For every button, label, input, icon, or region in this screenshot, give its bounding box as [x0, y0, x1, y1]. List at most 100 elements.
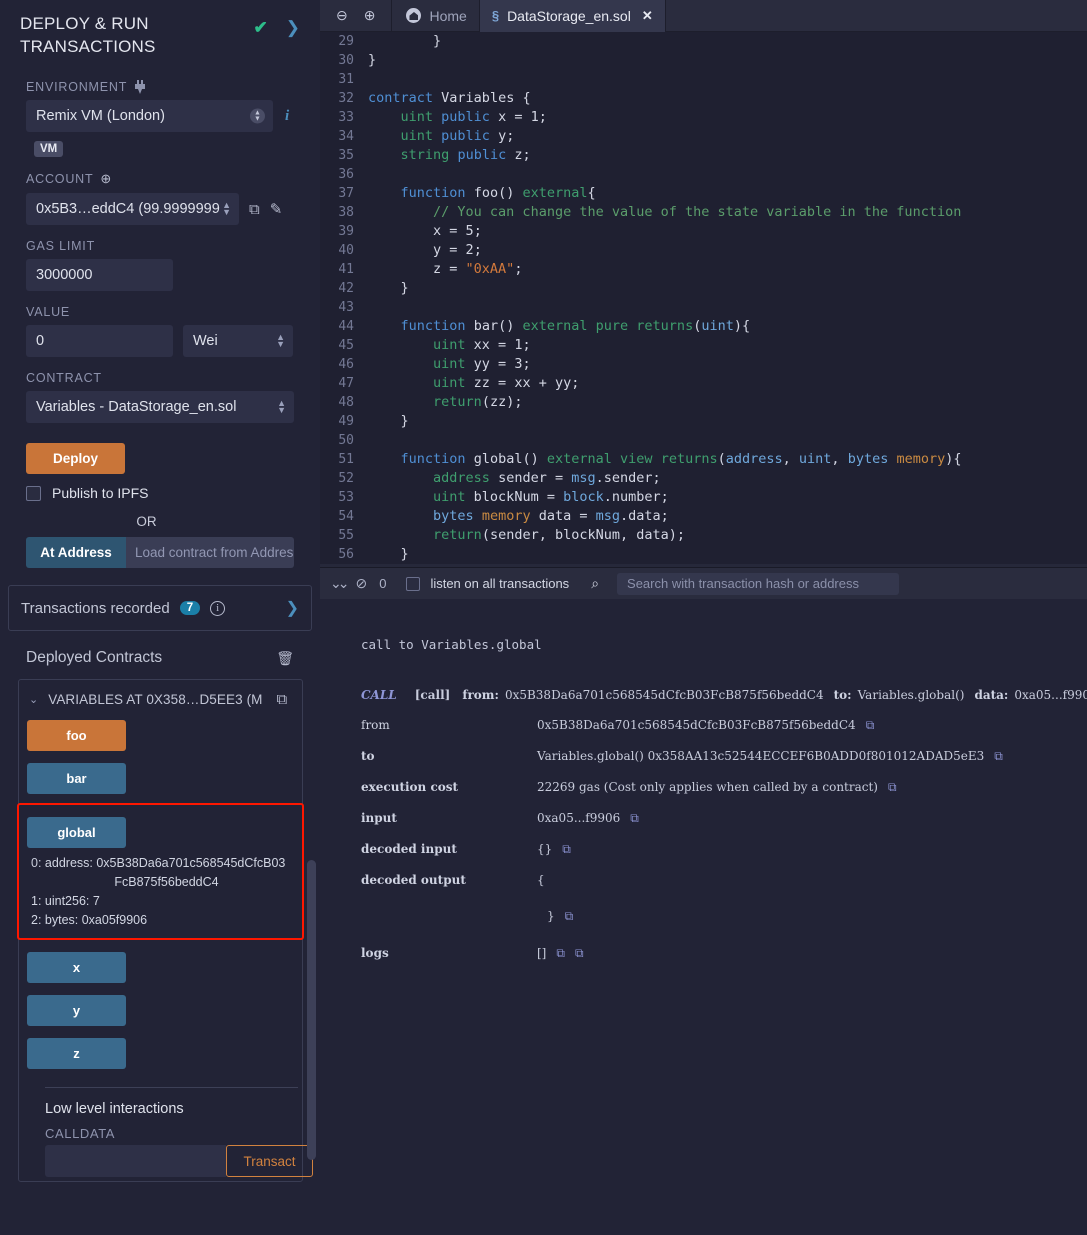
panel-title-icons: ✔ ❯ [254, 18, 301, 38]
publish-ipfs-checkbox[interactable] [26, 486, 41, 501]
code-text: uint zz = xx + yy; [368, 374, 579, 393]
copy-decoded-output-icon[interactable]: ⧉ [565, 909, 574, 924]
code-text: } [368, 412, 409, 431]
search-icon[interactable]: ⌕ [591, 575, 599, 592]
code-line: 39 x = 5; [320, 222, 1087, 241]
chevron-updown-icon[interactable]: ▲▼ [276, 334, 285, 348]
function-button-bar[interactable]: bar [27, 763, 126, 794]
chevron-updown-icon[interactable]: ▲▼ [277, 400, 286, 414]
listen-all-transactions-checkbox[interactable] [406, 577, 420, 591]
code-text: uint public y; [368, 127, 514, 146]
publish-ipfs-row[interactable]: Publish to IPFS [26, 485, 320, 501]
transaction-search-input[interactable]: Search with transaction hash or address [617, 573, 899, 595]
code-line: 56 } [320, 545, 1087, 564]
logs-key: logs [361, 946, 537, 960]
terminal-detail-row: toVariables.global() 0x358AA13c52544ECCE… [361, 749, 1087, 764]
code-text: function foo() external{ [368, 184, 596, 203]
line-number: 41 [320, 260, 368, 279]
logs-value: [] [537, 946, 546, 960]
function-button-x[interactable]: x [27, 952, 126, 983]
code-line: 50 [320, 431, 1087, 450]
tab-home[interactable]: Home [391, 0, 479, 32]
code-line: 46 uint yy = 3; [320, 355, 1087, 374]
zoom-in-icon[interactable]: ⊕ [364, 7, 376, 24]
deployed-contract-card: ⌄ VARIABLES AT 0X358…D5EE3 (M ⧉ ✕ foo ba… [18, 679, 303, 1182]
close-tab-icon[interactable]: ✕ [642, 8, 653, 24]
sidebar-scrollbar[interactable] [307, 860, 316, 1160]
transact-button[interactable]: Transact [226, 1145, 313, 1177]
detail-value-text: {} [537, 842, 552, 856]
contract-select[interactable]: Variables - DataStorage_en.sol ▲▼ [26, 391, 294, 423]
function-button-z[interactable]: z [27, 1038, 126, 1069]
detail-key: to [361, 749, 537, 763]
copy-logs-icon[interactable]: ⧉ [556, 946, 565, 961]
return-value-2: 2: bytes: 0xa05f9906 [31, 911, 292, 930]
detail-value-text: 0x5B38Da6a701c568545dCfcB03FcB875f56bedd… [537, 718, 856, 732]
line-number: 40 [320, 241, 368, 260]
line-number: 55 [320, 526, 368, 545]
info-icon[interactable]: i [210, 601, 225, 616]
copy-icon[interactable]: ⧉ [866, 718, 875, 733]
add-account-icon[interactable]: ⊕ [100, 171, 112, 187]
chevron-updown-icon[interactable]: ▲▼ [222, 202, 231, 216]
tab-datastorage-sol[interactable]: § DataStorage_en.sol ✕ [480, 0, 666, 32]
code-text: } [368, 51, 376, 70]
line-number: 43 [320, 298, 368, 317]
transactions-recorded-label: Transactions recorded [21, 600, 170, 617]
at-address-input[interactable]: Load contract from Addres [126, 537, 294, 568]
solidity-icon: § [492, 8, 499, 23]
account-select[interactable]: 0x5B3…eddC4 (99.9999999 ▲▼ [26, 193, 239, 225]
zoom-out-icon[interactable]: ⊖ [336, 7, 348, 24]
code-line: 30} [320, 51, 1087, 70]
copy-icon[interactable]: ⧉ [888, 780, 897, 795]
calldata-input[interactable] [45, 1145, 226, 1177]
chevron-right-icon[interactable]: ❯ [286, 18, 300, 38]
transactions-recorded-panel[interactable]: Transactions recorded 7 i ❯ [8, 585, 312, 631]
code-line: 42 } [320, 279, 1087, 298]
global-return-values: 0: address: 0x5B38Da6a701c568545dCfcB03 … [19, 848, 302, 930]
call-data-value: 0xa05...f9906 [1014, 688, 1087, 702]
code-line: 29 } [320, 32, 1087, 51]
call-to-value: Variables.global() [858, 688, 965, 702]
call-bracket: [call] [415, 688, 451, 702]
deploy-button[interactable]: Deploy [26, 443, 125, 474]
copy-icon[interactable]: ⧉ [994, 749, 1003, 764]
function-button-global[interactable]: global [27, 817, 126, 848]
environment-info-icon[interactable]: i [285, 108, 289, 125]
call-summary-row[interactable]: CALL [call] from: 0x5B38Da6a701c568545dC… [361, 688, 1087, 702]
function-button-y[interactable]: y [27, 995, 126, 1026]
code-line: 38 // You can change the value of the st… [320, 203, 1087, 222]
copy-address-icon[interactable]: ⧉ [277, 691, 288, 708]
copy-icon[interactable]: ⧉ [562, 842, 571, 857]
clear-console-icon[interactable]: ⊘ [355, 575, 367, 592]
gas-limit-input[interactable]: 3000000 [26, 259, 173, 291]
code-text: } [368, 545, 409, 564]
chevron-down-icon[interactable]: ⌄ [29, 693, 38, 706]
value-unit-select[interactable]: Wei ▲▼ [183, 325, 293, 357]
low-level-title: Low level interactions [45, 1101, 184, 1117]
function-button-foo[interactable]: foo [27, 720, 126, 751]
main-area: ⊖ ⊕ Home § DataStorage_en.sol ✕ 29 }30}3… [320, 0, 1087, 1235]
code-text: function global() external view returns(… [368, 450, 962, 469]
trash-icon[interactable]: 🗑 [276, 650, 294, 667]
copy-icon[interactable]: ⧉ [630, 811, 639, 826]
copy-logs-raw-icon[interactable]: ⧉ [575, 946, 584, 961]
chevron-right-icon[interactable]: ❯ [286, 598, 299, 618]
code-editor[interactable]: 29 }30}3132contract Variables {33 uint p… [320, 32, 1087, 567]
collapse-terminal-icon[interactable]: ⌄⌄ [330, 575, 345, 592]
value-input[interactable]: 0 [26, 325, 173, 357]
deployed-contract-header[interactable]: ⌄ VARIABLES AT 0X358…D5EE3 (M ⧉ ✕ [19, 690, 302, 708]
line-number: 53 [320, 488, 368, 507]
detail-value-text: 0xa05...f9906 [537, 811, 620, 825]
value-amount: 0 [36, 333, 44, 349]
return-address-part1: address: 0x5B38Da6a701c568545dCfcB03 [45, 856, 285, 870]
line-number: 33 [320, 108, 368, 127]
code-text: // You can change the value of the state… [368, 203, 961, 222]
edit-account-icon[interactable]: ✎ [270, 200, 283, 218]
at-address-button[interactable]: At Address [26, 537, 126, 568]
contract-value: Variables - DataStorage_en.sol [36, 399, 236, 415]
chevron-updown-icon[interactable]: ▲▼ [250, 109, 265, 124]
line-number: 37 [320, 184, 368, 203]
environment-select[interactable]: Remix VM (London) ▲▼ [26, 100, 273, 132]
copy-account-icon[interactable]: ⧉ [249, 201, 260, 218]
